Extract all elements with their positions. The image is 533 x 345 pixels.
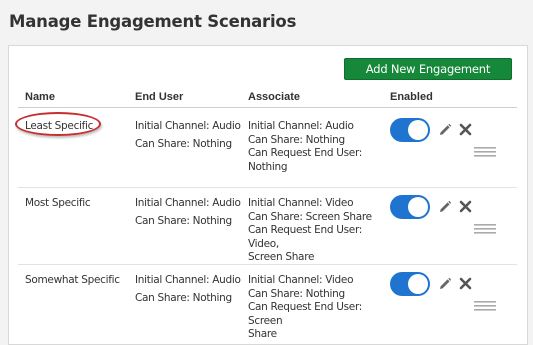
column-header-enabled: Enabled [390, 91, 433, 103]
end-user-line: Initial Channel: Audio [135, 120, 241, 132]
toggle-knob [408, 274, 428, 294]
enabled-toggle[interactable] [390, 118, 430, 142]
end-user-line: Can Share: Nothing [135, 291, 232, 304]
associate-line: Initial Channel: Video [248, 197, 354, 209]
associate-line: Can Request End User: Video, [248, 224, 363, 250]
associate-line: Can Share: Nothing [248, 287, 345, 300]
end-user-line: Can Share: Nothing [135, 137, 232, 150]
end-user-line: Initial Channel: Audio [135, 197, 241, 209]
toggle-knob [408, 120, 428, 140]
close-icon[interactable] [459, 200, 472, 213]
enabled-toggle[interactable] [390, 195, 430, 219]
end-user-cell: Initial Channel: Audio Can Share: Nothin… [135, 120, 245, 155]
table-row: Somewhat Specific Initial Channel: Audio… [18, 265, 517, 344]
end-user-line: Initial Channel: Audio [135, 274, 241, 286]
associate-line: Screen Share [248, 251, 315, 263]
pencil-icon[interactable] [438, 123, 452, 137]
pencil-icon[interactable] [438, 277, 452, 291]
drag-handle-icon[interactable] [474, 144, 496, 157]
table-row: Least Specific Initial Channel: Audio Ca… [15, 108, 517, 188]
associate-line: Share [248, 328, 277, 340]
associate-cell: Initial Channel: Video Can Share: Nothin… [248, 274, 388, 342]
column-header-end-user: End User [135, 91, 184, 103]
end-user-cell: Initial Channel: Audio Can Share: Nothin… [135, 274, 245, 309]
scenario-name: Somewhat Specific [25, 274, 120, 286]
close-icon[interactable] [459, 123, 472, 136]
associate-line: Can Share: Screen Share [248, 210, 372, 223]
drag-handle-icon[interactable] [474, 298, 496, 311]
scenario-name: Most Specific [25, 197, 91, 209]
enabled-toggle[interactable] [390, 272, 430, 296]
associate-cell: Initial Channel: Audio Can Share: Nothin… [248, 120, 388, 174]
associate-line: Can Share: Nothing [248, 133, 345, 146]
add-new-scenario-button[interactable]: Add New Engagement Scenario [344, 58, 512, 96]
column-header-name: Name [25, 91, 55, 103]
end-user-line: Can Share: Nothing [135, 214, 232, 227]
toggle-knob [408, 197, 428, 217]
table-row: Most Specific Initial Channel: Audio Can… [18, 188, 517, 265]
pencil-icon[interactable] [438, 200, 452, 214]
associate-line: Initial Channel: Video [248, 274, 354, 286]
associate-line: Can Request End User: Screen [248, 301, 363, 327]
close-icon[interactable] [459, 277, 472, 290]
end-user-cell: Initial Channel: Audio Can Share: Nothin… [135, 197, 245, 232]
scenarios-card: Add New Engagement Scenario Name End Use… [8, 45, 528, 345]
associate-cell: Initial Channel: Video Can Share: Screen… [248, 197, 388, 265]
associate-line: Can Request End User: [248, 147, 363, 159]
column-header-associate: Associate [248, 91, 300, 103]
page-title: Manage Engagement Scenarios [9, 12, 297, 31]
drag-handle-icon[interactable] [474, 221, 496, 234]
associate-line: Nothing [248, 160, 288, 173]
associate-line: Initial Channel: Audio [248, 120, 354, 132]
scenario-name: Least Specific [25, 120, 94, 132]
